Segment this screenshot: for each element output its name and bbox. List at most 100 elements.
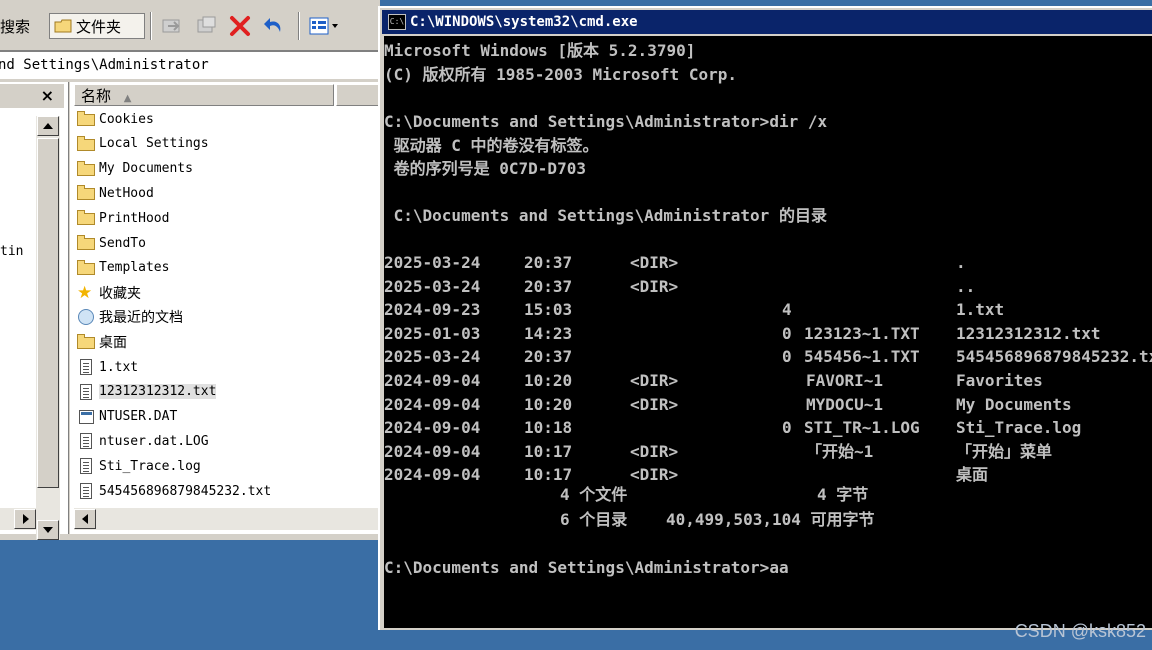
- delete-icon[interactable]: [228, 14, 252, 38]
- dir-time: 20:37: [524, 276, 573, 296]
- close-icon[interactable]: ×: [41, 86, 54, 105]
- folders-button[interactable]: 文件夹: [49, 13, 145, 39]
- recent-docs-icon: [76, 308, 96, 326]
- dir-time: 10:17: [524, 465, 573, 485]
- undo-icon[interactable]: [262, 14, 286, 38]
- console-output[interactable]: Microsoft Windows [版本 5.2.3790] (C) 版权所有…: [384, 36, 1152, 628]
- folder-icon: [76, 110, 96, 128]
- file-name: NetHood: [99, 185, 154, 201]
- file-list-item[interactable]: Templates: [76, 257, 169, 279]
- file-list-item[interactable]: NTUSER.DAT: [76, 406, 177, 428]
- file-list-pane[interactable]: 名称 ▲ Cookies Local Settings My Documents Ne…: [70, 82, 380, 534]
- file-name: Local Settings: [99, 136, 209, 152]
- dir-date: 2024-09-04: [384, 465, 481, 485]
- dir-short-name: 「开始~1: [806, 441, 874, 461]
- file-list-item[interactable]: My Documents: [76, 158, 193, 180]
- sort-ascending-icon: ▲: [123, 93, 132, 104]
- console-summary-files: 4 个文件: [560, 485, 628, 504]
- move-to-icon[interactable]: [160, 14, 184, 38]
- file-list-item[interactable]: ★ 收藏夹: [76, 282, 141, 304]
- folder-icon: [76, 135, 96, 153]
- console-line-copyright: (C) 版权所有 1985-2003 Microsoft Corp.: [384, 65, 737, 84]
- copy-to-icon[interactable]: [194, 14, 218, 38]
- file-list-item[interactable]: Sti_Trace.log: [76, 455, 201, 477]
- explorer-window: 搜索 文件夹 nd Settings\Administrator × tin 名…: [0, 0, 380, 540]
- cmd-title-bar[interactable]: C:\ C:\WINDOWS\system32\cmd.exe: [382, 10, 1152, 34]
- file-name: 545456896879845232.txt: [99, 483, 272, 499]
- dir-flag: <DIR>: [630, 394, 679, 414]
- column-header-label: 名称: [81, 87, 112, 105]
- tree-vertical-scrollbar[interactable]: [36, 116, 60, 540]
- file-list-item[interactable]: PrintHood: [76, 207, 169, 229]
- folder-icon: [76, 333, 96, 351]
- dir-short-name: FAVORI~1: [806, 371, 884, 390]
- dat-file-icon: [76, 408, 96, 426]
- scroll-left-button[interactable]: [74, 509, 96, 529]
- address-bar[interactable]: nd Settings\Administrator: [0, 51, 380, 79]
- dir-short-name: 123123~1.TXT: [804, 323, 920, 343]
- file-name: 1.txt: [99, 359, 139, 375]
- file-list-item[interactable]: Cookies: [76, 108, 154, 130]
- dir-flag: <DIR>: [630, 371, 679, 390]
- dir-time: 10:20: [524, 394, 573, 414]
- tree-horizontal-scrollbar[interactable]: [0, 508, 36, 530]
- console-summary-dirs: 6 个目录: [560, 510, 628, 529]
- cmd-icon[interactable]: C:\: [388, 14, 406, 30]
- folder-icon: [76, 259, 96, 277]
- scroll-thumb[interactable]: [37, 138, 59, 488]
- file-list-item[interactable]: ntuser.dat.LOG: [76, 430, 209, 452]
- dir-long-name: 12312312312.txt: [956, 323, 1101, 343]
- dir-long-name: 桌面: [956, 465, 989, 485]
- dir-flag: <DIR>: [630, 276, 679, 296]
- scroll-down-button[interactable]: [37, 520, 59, 540]
- text-file-icon: [76, 358, 96, 376]
- search-label: 搜索: [0, 17, 31, 36]
- file-name: SendTo: [99, 235, 146, 251]
- console-line-serial: 卷的序列号是 0C7D-D703: [384, 159, 586, 178]
- console-line-version: Microsoft Windows [版本 5.2.3790]: [384, 41, 696, 60]
- dir-short-name: MYDOCU~1: [806, 394, 884, 414]
- dir-size: 0: [782, 347, 792, 367]
- scroll-up-button[interactable]: [37, 116, 59, 136]
- file-name: 我最近的文档: [99, 310, 183, 327]
- dir-long-name: My Documents: [956, 394, 1072, 414]
- console-line-directory: C:\Documents and Settings\Administrator …: [384, 206, 827, 225]
- folder-pane-header: ×: [0, 84, 64, 108]
- text-file-icon: [76, 482, 96, 500]
- file-list-item[interactable]: 1.txt: [76, 356, 138, 378]
- dir-date: 2025-03-24: [384, 276, 481, 296]
- file-list-item[interactable]: 545456896879845232.txt: [76, 480, 271, 502]
- file-list-item[interactable]: 我最近的文档: [76, 306, 183, 328]
- console-line-volume-label: 驱动器 C 中的卷没有标签。: [384, 136, 599, 155]
- column-header-next[interactable]: [336, 84, 380, 106]
- console-summary-file-bytes: 4 字节: [817, 485, 869, 504]
- file-list-item[interactable]: SendTo: [76, 232, 146, 254]
- dir-long-name: Sti_Trace.log: [956, 418, 1082, 438]
- tree-item-partial[interactable]: tin: [0, 244, 23, 259]
- file-list-item[interactable]: 12312312312.txt: [76, 381, 217, 403]
- folder-icon: [54, 19, 72, 33]
- dir-time: 15:03: [524, 300, 573, 320]
- search-button[interactable]: 搜索: [0, 13, 30, 39]
- cmd-window[interactable]: C:\ C:\WINDOWS\system32\cmd.exe Microsof…: [378, 6, 1152, 630]
- folders-label: 文件夹: [76, 17, 122, 36]
- file-list-item[interactable]: Local Settings: [76, 133, 209, 155]
- column-header-name[interactable]: 名称 ▲: [74, 84, 334, 106]
- scroll-right-button[interactable]: [14, 509, 36, 529]
- dir-long-name: .: [956, 253, 966, 272]
- file-list-item[interactable]: 桌面: [76, 331, 127, 353]
- dir-time: 10:18: [524, 418, 573, 438]
- dir-date: 2024-09-04: [384, 441, 481, 461]
- dir-long-name: 545456896879845232.txt: [956, 347, 1152, 367]
- file-list-horizontal-scrollbar[interactable]: [74, 508, 380, 530]
- dir-time: 10:20: [524, 371, 573, 390]
- dir-date: 2024-09-04: [384, 394, 481, 414]
- file-list-item[interactable]: NetHood: [76, 182, 154, 204]
- file-name: 桌面: [99, 335, 127, 352]
- folder-tree-pane[interactable]: × tin: [0, 82, 69, 540]
- console-summary-free-bytes: 40,499,503,104 可用字节: [666, 510, 875, 529]
- cmd-title: C:\WINDOWS\system32\cmd.exe: [410, 14, 638, 30]
- text-file-icon: [76, 383, 96, 401]
- views-icon[interactable]: [308, 14, 344, 38]
- toolbar-separator: [298, 12, 300, 40]
